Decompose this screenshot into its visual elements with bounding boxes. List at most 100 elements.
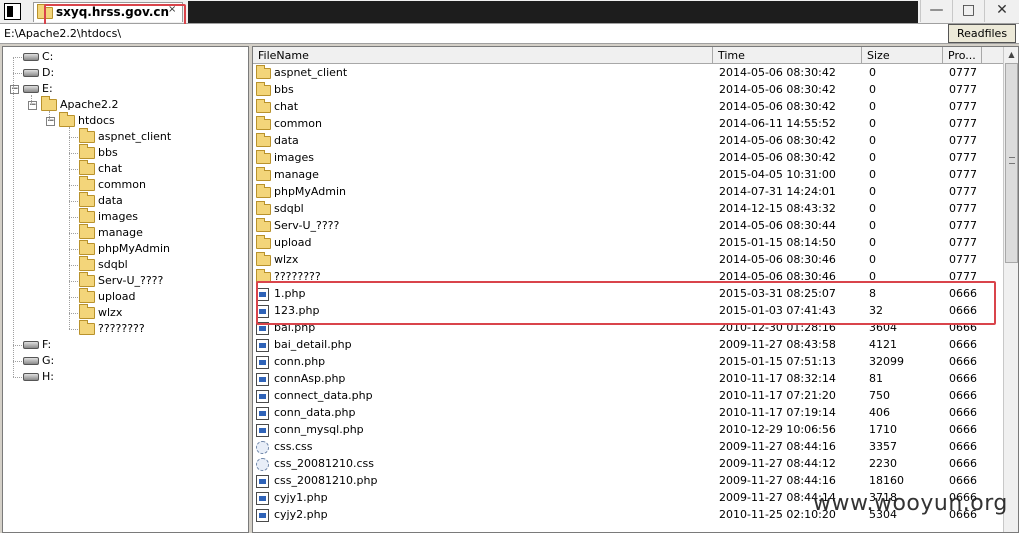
readfiles-button[interactable]: Readfiles [948,24,1016,43]
file-row[interactable]: css_20081210.php 2009-11-27 08:44:16 18160… [253,472,1005,489]
tree-connector [69,201,78,202]
drive-icon [23,341,39,349]
folder-row[interactable]: aspnet_client 2014-05-06 08:30:42 0 0777 [253,64,1005,81]
tree-connector [13,345,22,346]
file-row[interactable]: bai_detail.php 2009-11-27 08:43:58 4121 066… [253,336,1005,353]
folder-tree[interactable]: C: D: E: − Apache2.2− htdocs − aspnet_client bbs… [2,46,249,533]
folder-icon [256,201,271,215]
file-permissions: 0666 [949,406,977,419]
file-time: 2015-01-15 07:51:13 [719,355,836,368]
folder-row[interactable]: sdqbl 2014-12-15 08:43:32 0 0777 [253,200,1005,217]
file-name: 1.php [274,287,306,300]
tab-close-icon[interactable]: × [168,4,176,15]
file-permissions: 0666 [949,372,977,385]
folder-icon [79,272,95,287]
css-file-icon [256,441,269,454]
file-size: 0 [869,134,876,147]
folder-row[interactable]: common 2014-06-11 14:55:52 0 0777 [253,115,1005,132]
tree-label: F: [42,338,52,351]
folder-row[interactable]: phpMyAdmin 2014-07-31 14:24:01 0 0777 [253,183,1005,200]
file-row[interactable]: conn_data.php 2010-11-17 07:19:14 406 0666 [253,404,1005,421]
tree-connector [13,377,22,378]
folder-icon [256,252,271,266]
collapse-icon[interactable]: − [10,85,19,94]
file-name: images [274,151,314,164]
file-row[interactable]: bai.php 2010-12-30 01:28:16 3604 0666 [253,319,1005,336]
tree-connector [69,233,78,234]
list-header: FileName Time Size Pro... [253,47,1005,64]
file-row[interactable]: connect_data.php 2010-11-17 07:21:20 750 06… [253,387,1005,404]
file-name: css_20081210.css [274,457,375,470]
folder-row[interactable]: data 2014-05-06 08:30:42 0 0777 [253,132,1005,149]
file-time: 2010-12-30 01:28:16 [719,321,836,334]
file-time: 2014-06-11 14:55:52 [719,117,836,130]
window-menu-icon[interactable] [4,3,21,20]
tree-connector [69,297,78,298]
path-input[interactable] [2,25,942,42]
close-button[interactable]: ✕ [984,0,1019,22]
file-row[interactable]: 1.php 2015-03-31 08:25:07 8 0666 [253,285,1005,302]
file-row[interactable]: 123.php 2015-01-03 07:41:43 32 0666 [253,302,1005,319]
folder-row[interactable]: ???????? 2014-05-06 08:30:46 0 0777 [253,268,1005,285]
file-permissions: 0777 [949,100,977,113]
file-time: 2015-04-05 10:31:00 [719,168,836,181]
tree-connector [69,329,78,330]
tree-label: data [98,194,123,207]
file-name: ???????? [274,270,321,283]
scroll-up-arrow-icon[interactable]: ▲ [1004,47,1019,62]
folder-row[interactable]: Serv-U_???? 2014-05-06 08:30:44 0 0777 [253,217,1005,234]
column-header-size[interactable]: Size [862,47,943,64]
file-time: 2010-12-29 10:06:56 [719,423,836,436]
file-name: common [274,117,322,130]
file-name: bai.php [274,321,316,334]
file-name: phpMyAdmin [274,185,346,198]
folder-row[interactable]: wlzx 2014-05-06 08:30:46 0 0777 [253,251,1005,268]
folder-row[interactable]: chat 2014-05-06 08:30:42 0 0777 [253,98,1005,115]
column-header-filename[interactable]: FileName [253,47,713,64]
file-name: bai_detail.php [274,338,352,351]
collapse-icon[interactable]: − [28,101,37,110]
file-size: 0 [869,100,876,113]
folder-icon [256,99,271,113]
file-size: 0 [869,202,876,215]
folder-icon [79,256,95,271]
collapse-icon[interactable]: − [46,117,55,126]
tree-label: htdocs [78,114,115,127]
minimize-button[interactable]: — [920,0,952,22]
vertical-scrollbar[interactable]: ▲ [1003,47,1018,532]
tab-active[interactable]: sxyq.hrss.gov.cn × [33,2,183,22]
file-row[interactable]: css.css 2009-11-27 08:44:16 3357 0666 [253,438,1005,455]
tree-connector [69,217,78,218]
file-time: 2010-11-17 07:19:14 [719,406,836,419]
php-file-icon [256,492,269,505]
folder-icon [256,184,271,198]
maximize-button[interactable]: □ [952,0,984,22]
column-header-time[interactable]: Time [713,47,862,64]
folder-row[interactable]: manage 2015-04-05 10:31:00 0 0777 [253,166,1005,183]
file-time: 2009-11-27 08:44:16 [719,440,836,453]
tree-connector [13,73,22,74]
file-row[interactable]: conn.php 2015-01-15 07:51:13 32099 0666 [253,353,1005,370]
file-permissions: 0777 [949,151,977,164]
php-file-icon [256,305,269,318]
watermark: www.wooyun.org [813,491,1008,516]
folder-icon [79,192,95,207]
folder-icon [256,116,271,130]
column-header-properties[interactable]: Pro... [943,47,982,64]
file-permissions: 0777 [949,219,977,232]
folder-row[interactable]: upload 2015-01-15 08:14:50 0 0777 [253,234,1005,251]
file-row[interactable]: css_20081210.css 2009-11-27 08:44:12 2230 0… [253,455,1005,472]
file-list[interactable]: FileName Time Size Pro... aspnet_client 2… [252,46,1019,533]
folder-row[interactable]: bbs 2014-05-06 08:30:42 0 0777 [253,81,1005,98]
file-row[interactable]: conn_mysql.php 2010-12-29 10:06:56 1710 066… [253,421,1005,438]
folder-row[interactable]: images 2014-05-06 08:30:42 0 0777 [253,149,1005,166]
file-row[interactable]: connAsp.php 2010-11-17 08:32:14 81 0666 [253,370,1005,387]
file-time: 2009-11-27 08:44:16 [719,474,836,487]
scroll-thumb[interactable] [1005,63,1018,263]
file-time: 2014-05-06 08:30:42 [719,134,836,147]
php-file-icon [256,322,269,335]
scroll-grip-icon [1009,157,1015,164]
file-size: 0 [869,168,876,181]
tree-label: common [98,178,146,191]
file-rows: aspnet_client 2014-05-06 08:30:42 0 0777 bbs… [253,64,1005,523]
